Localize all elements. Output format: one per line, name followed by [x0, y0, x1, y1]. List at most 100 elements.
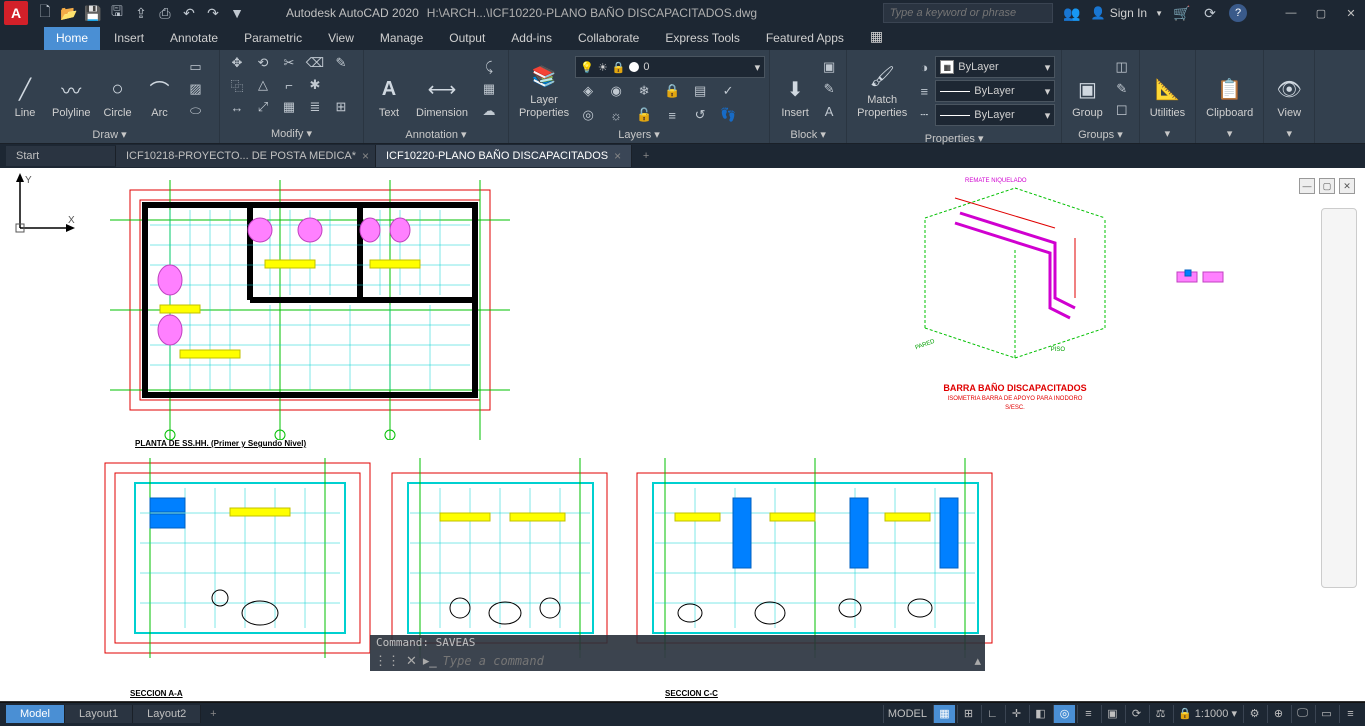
sign-in-button[interactable]: 👤Sign In▼ — [1091, 6, 1163, 20]
status-ws-icon[interactable]: ⊕ — [1267, 705, 1289, 723]
cmd-close-icon[interactable]: ✕ — [406, 653, 417, 669]
layer-on-icon[interactable]: ◎ — [575, 104, 601, 126]
layer-make-icon[interactable]: ✓ — [715, 80, 741, 102]
qat-redo-icon[interactable]: ↷ — [204, 4, 222, 22]
dimension-button[interactable]: ⟷Dimension — [410, 52, 474, 122]
infocenter-icon[interactable]: 👥 — [1063, 4, 1081, 22]
view-button[interactable]: 👁View — [1268, 52, 1310, 122]
layer-freeze-icon[interactable]: ❄ — [631, 80, 657, 102]
vp-min-icon[interactable]: — — [1299, 178, 1315, 194]
qat-web-icon[interactable]: ⇪ — [132, 4, 150, 22]
tab-output[interactable]: Output — [437, 27, 497, 50]
layer-unlock-icon[interactable]: 🔓 — [631, 104, 657, 126]
app-store-icon[interactable]: 🛒 — [1173, 4, 1191, 22]
move-icon[interactable]: ✥ — [224, 52, 250, 74]
explode-icon[interactable]: ✱ — [302, 74, 328, 96]
layer-state-icon[interactable]: ▤ — [687, 80, 713, 102]
tab-insert[interactable]: Insert — [102, 27, 156, 50]
panel-annotation-label[interactable]: Annotation ▾ — [368, 126, 504, 144]
group-edit-icon[interactable]: ✎ — [1109, 78, 1135, 100]
tab-view[interactable]: View — [316, 27, 366, 50]
qat-saveas-icon[interactable]: 🖫 — [108, 4, 126, 22]
layer-walk-icon[interactable]: 👣 — [715, 104, 741, 126]
panel-layers-label[interactable]: Layers ▾ — [513, 126, 765, 144]
status-osnap-icon[interactable]: ◎ — [1053, 705, 1075, 723]
ellipse-icon[interactable]: ⬭ — [183, 100, 209, 122]
status-cycle-icon[interactable]: ⟳ — [1125, 705, 1147, 723]
panel-groups-label[interactable]: Groups ▾ — [1066, 126, 1135, 144]
layer-iso-icon[interactable]: ◈ — [575, 80, 601, 102]
arc-button[interactable]: ⌒Arc — [139, 52, 181, 122]
layer-match-icon[interactable]: ≡ — [659, 104, 685, 126]
fillet-icon[interactable]: ⌐ — [276, 74, 302, 96]
utilities-button[interactable]: 📐Utilities — [1144, 52, 1191, 122]
layer-lock-icon[interactable]: 🔒 — [659, 80, 685, 102]
status-lw-icon[interactable]: ≡ — [1077, 705, 1099, 723]
array-icon[interactable]: ▦ — [276, 96, 302, 118]
scale-icon[interactable]: ⤢ — [250, 96, 276, 118]
file-tab-1[interactable]: ICF10218-PROYECTO... DE POSTA MEDICA*× — [116, 145, 376, 167]
lineweight-combo[interactable]: ByLayer▾ — [935, 80, 1055, 102]
vp-max-icon[interactable]: ▢ — [1319, 178, 1335, 194]
group-button[interactable]: ▣Group — [1066, 52, 1109, 122]
table-icon[interactable]: ▦ — [476, 78, 502, 100]
attr-icon[interactable]: A — [816, 100, 842, 122]
status-custom-icon[interactable]: ≡ — [1339, 705, 1361, 723]
ungroup-icon[interactable]: ◫ — [1109, 56, 1135, 78]
tab-collaborate[interactable]: Collaborate — [566, 27, 651, 50]
create-block-icon[interactable]: ▣ — [816, 56, 842, 78]
status-ortho-icon[interactable]: ∟ — [981, 705, 1003, 723]
group-sel-icon[interactable]: ☐ — [1109, 100, 1135, 122]
panel-properties-label[interactable]: Properties ▾ — [851, 130, 1057, 148]
drawing-canvas[interactable]: — ▢ ✕ — [0, 168, 1365, 702]
tab-expresstools[interactable]: Express Tools — [653, 27, 751, 50]
command-input[interactable] — [443, 654, 969, 668]
erase-icon[interactable]: ⌫ — [302, 52, 328, 74]
status-snap-icon[interactable]: ⊞ — [957, 705, 979, 723]
cmd-up-icon[interactable]: ▴ — [974, 653, 981, 669]
layer-combo[interactable]: 💡 ☀ 🔒 0 ▾ — [575, 56, 765, 78]
status-grid-icon[interactable]: ▦ — [933, 705, 955, 723]
close-icon[interactable]: × — [614, 149, 621, 163]
tab-extra-icon[interactable]: ▦ — [858, 24, 895, 50]
status-anno-icon[interactable]: ⚖ — [1149, 705, 1171, 723]
prop-color-icon[interactable]: ◑ — [915, 56, 933, 78]
panel-modify-label[interactable]: Modify ▾ — [224, 125, 359, 143]
cmd-handle-icon[interactable]: ⋮⋮ — [374, 653, 400, 669]
layer-prev-icon[interactable]: ↺ — [687, 104, 713, 126]
layout-tab-1[interactable]: Layout1 — [65, 705, 133, 723]
cloud-icon[interactable]: ☁ — [476, 100, 502, 122]
qat-undo-icon[interactable]: ↶ — [180, 4, 198, 22]
layout-tab-2[interactable]: Layout2 — [133, 705, 201, 723]
line-button[interactable]: ╱Line — [4, 52, 46, 122]
add-tab-button[interactable]: + — [632, 150, 660, 162]
rect-icon[interactable]: ▭ — [183, 56, 209, 78]
offset-icon[interactable]: ≣ — [302, 96, 328, 118]
prop-lt-icon[interactable]: ┄ — [915, 104, 933, 126]
circle-button[interactable]: ○Circle — [97, 52, 139, 122]
tab-parametric[interactable]: Parametric — [232, 27, 314, 50]
insert-button[interactable]: ⬇Insert — [774, 52, 816, 122]
text-button[interactable]: AText — [368, 52, 410, 122]
qat-save-icon[interactable]: 💾 — [84, 4, 102, 22]
stretch-icon[interactable]: ↔ — [224, 96, 250, 118]
status-gear-icon[interactable]: ⚙ — [1243, 705, 1265, 723]
qat-plot-icon[interactable]: ⎙ — [156, 4, 174, 22]
leader-icon[interactable]: ⤹ — [476, 56, 502, 78]
layer-properties-button[interactable]: 📚Layer Properties — [513, 52, 575, 122]
edit-block-icon[interactable]: ✎ — [816, 78, 842, 100]
file-tab-start[interactable]: Start — [6, 146, 116, 166]
status-model-button[interactable]: MODEL — [883, 705, 931, 723]
clipboard-button[interactable]: 📋Clipboard — [1200, 52, 1259, 122]
mirror-icon[interactable]: △ — [250, 74, 276, 96]
status-polar-icon[interactable]: ✛ — [1005, 705, 1027, 723]
panel-block-label[interactable]: Block ▾ — [774, 126, 842, 144]
app-logo[interactable]: A — [4, 1, 28, 25]
tab-manage[interactable]: Manage — [368, 27, 435, 50]
status-scale[interactable]: 🔒 1:1000 ▾ — [1173, 705, 1241, 723]
hatch-icon[interactable]: ▨ — [183, 78, 209, 100]
add-layout-button[interactable]: + — [201, 708, 225, 720]
update-icon[interactable]: ⟳ — [1201, 4, 1219, 22]
tab-home[interactable]: Home — [44, 27, 100, 50]
search-input[interactable] — [883, 3, 1053, 23]
